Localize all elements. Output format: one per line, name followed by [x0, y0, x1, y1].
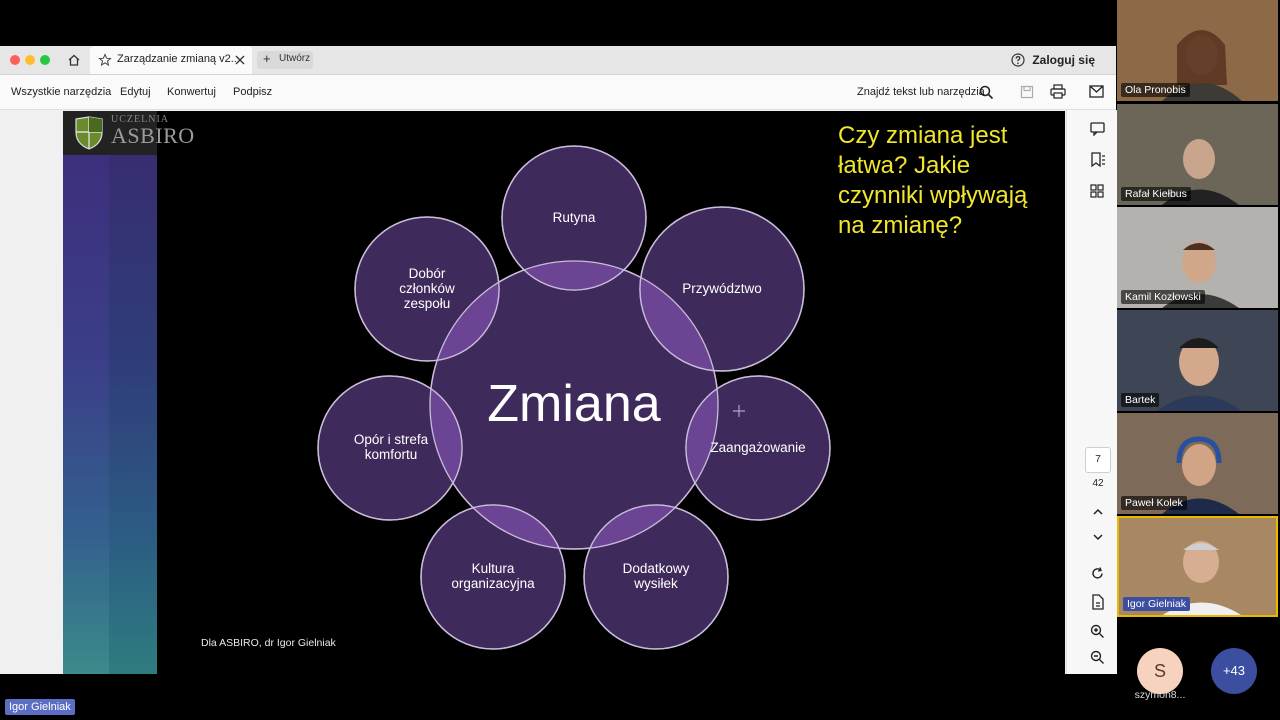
plus-icon: + — [263, 51, 271, 66]
new-tab-label: Utwórz — [279, 53, 311, 64]
participant-tile[interactable]: Ola Pronobis — [1117, 0, 1278, 101]
more-participants-button[interactable]: +43 — [1211, 648, 1257, 694]
participant-avatar[interactable]: S — [1137, 648, 1183, 694]
find-tools-input[interactable]: Znajdź tekst lub narzędzia — [857, 86, 985, 98]
page-number-input[interactable]: 7 — [1085, 447, 1111, 473]
participant-name: Igor Gielniak — [1123, 597, 1190, 611]
signin-button[interactable]: Zaloguj się — [1032, 53, 1095, 67]
menu-bar: Wszystkie narzędzia Edytuj Konwertuj Pod… — [0, 75, 1116, 110]
participant-name: Ola Pronobis — [1121, 83, 1190, 97]
page-total: 42 — [1092, 478, 1104, 489]
chevron-up-icon[interactable] — [1092, 507, 1104, 517]
participant-tile-active[interactable]: Igor Gielniak — [1117, 516, 1278, 617]
maximize-window-button[interactable] — [40, 55, 50, 65]
participant-tile[interactable]: Kamil Kozłowski — [1117, 207, 1278, 308]
participant-avatar-name: szymon8... — [1134, 689, 1186, 701]
menu-all-tools[interactable]: Wszystkie narzędzia — [11, 86, 111, 98]
menu-convert[interactable]: Konwertuj — [167, 86, 216, 98]
new-tab-button[interactable]: + Utwórz — [257, 51, 313, 69]
comment-icon[interactable] — [1090, 122, 1106, 136]
menu-sign[interactable]: Podpisz — [233, 86, 272, 98]
help-icon[interactable] — [1011, 53, 1025, 67]
center-label: Zmiana — [487, 375, 660, 433]
label-rutyna: Rutyna — [553, 210, 596, 225]
slide-credit: Dla ASBIRO, dr Igor Gielniak — [201, 637, 336, 649]
mail-icon[interactable] — [1089, 85, 1104, 98]
speaker-name-label: Igor Gielniak — [5, 699, 75, 715]
participant-name: Kamil Kozłowski — [1121, 290, 1205, 304]
refresh-icon[interactable] — [1090, 566, 1105, 581]
star-icon[interactable] — [98, 53, 112, 67]
tab-title: Zarządzanie zmianą v2... — [117, 53, 240, 65]
menu-edit[interactable]: Edytuj — [120, 86, 151, 98]
thumbnails-icon[interactable] — [1090, 184, 1104, 198]
zoom-in-icon[interactable] — [1090, 624, 1105, 639]
bookmark-icon[interactable] — [1090, 152, 1106, 168]
chevron-down-icon[interactable] — [1092, 532, 1104, 542]
zoom-out-icon[interactable] — [1090, 650, 1105, 665]
participant-name: Rafał Kiełbus — [1121, 187, 1191, 201]
participant-tile[interactable]: Bartek — [1117, 310, 1278, 411]
presentation-slide: UCZELNIA ASBIRO Zmiana Rutyna Przywództw… — [63, 111, 1065, 674]
close-window-button[interactable] — [10, 55, 20, 65]
participant-tile[interactable]: Rafał Kiełbus — [1117, 104, 1278, 205]
home-icon[interactable] — [67, 53, 81, 67]
page-info-icon[interactable] — [1090, 594, 1105, 610]
save-icon[interactable] — [1020, 85, 1034, 99]
print-icon[interactable] — [1050, 84, 1066, 99]
participant-tile[interactable]: Paweł Kolek — [1117, 413, 1278, 514]
search-icon[interactable] — [979, 85, 994, 100]
participant-name: Bartek — [1121, 393, 1160, 407]
right-toolbar — [1066, 110, 1117, 674]
person-silhouette-icon — [1157, 338, 1242, 411]
minimize-window-button[interactable] — [25, 55, 35, 65]
label-przywodztwo: Przywództwo — [682, 281, 762, 296]
close-tab-icon[interactable] — [235, 55, 245, 65]
participant-name: Paweł Kolek — [1121, 496, 1187, 510]
tab-bar: Zarządzanie zmianą v2... + Utwórz Zalogu… — [0, 46, 1116, 75]
label-zaangazowanie: Zaangażowanie — [710, 440, 805, 455]
slide-question: Czy zmiana jest łatwa? Jakie czynniki wp… — [838, 122, 1028, 239]
document-tab[interactable]: Zarządzanie zmianą v2... — [90, 46, 252, 74]
